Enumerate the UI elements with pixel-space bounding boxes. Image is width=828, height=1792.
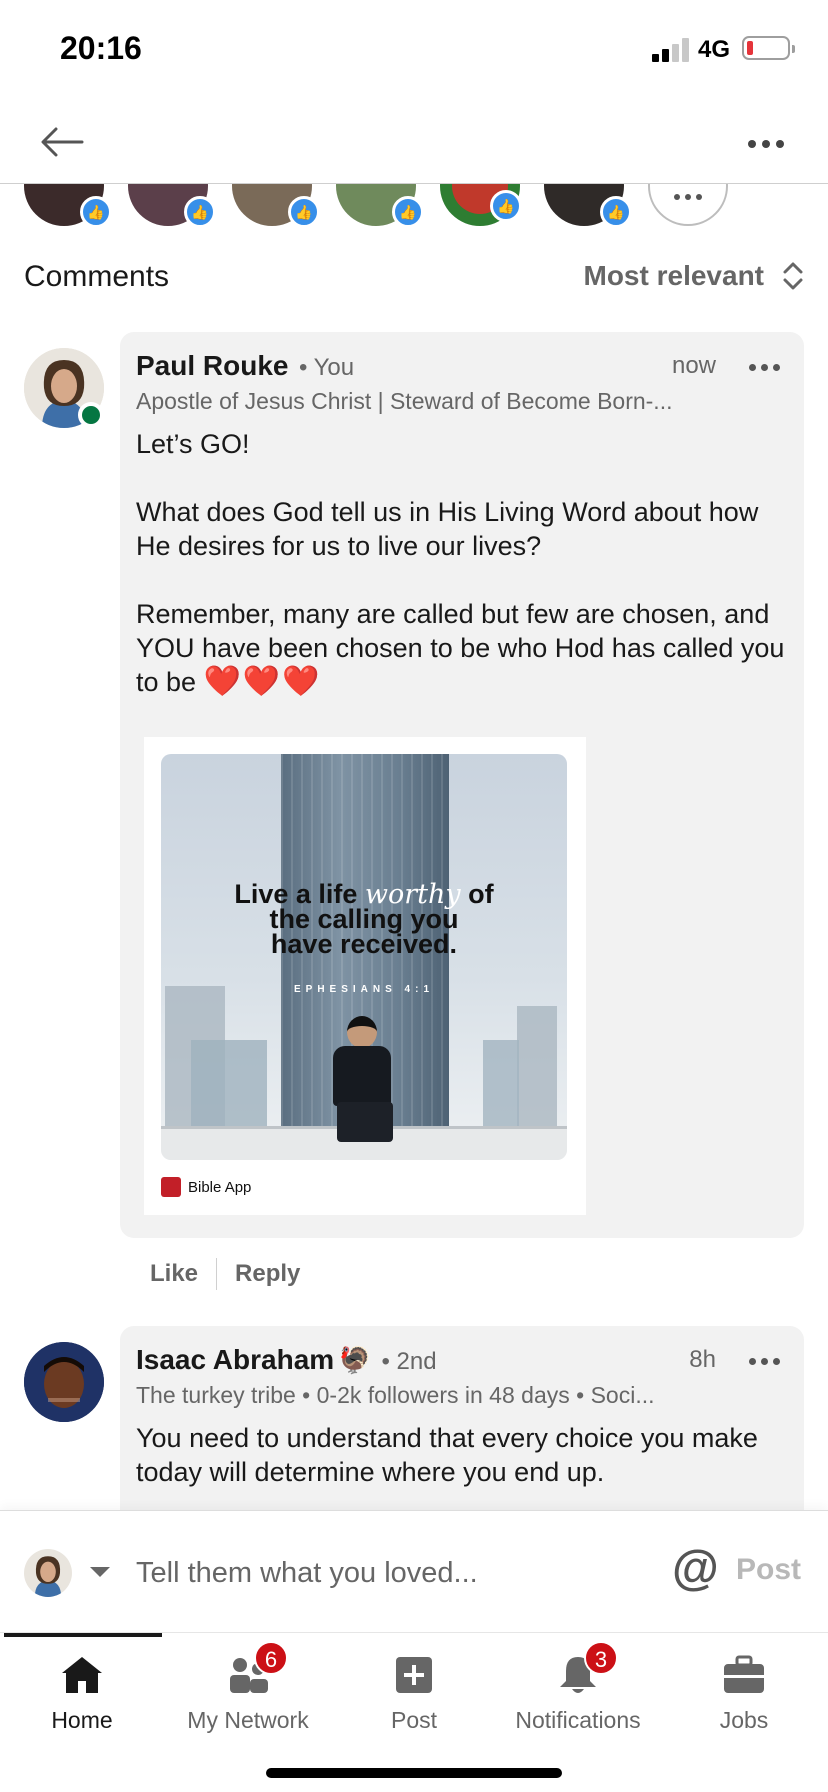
comment-input[interactable] <box>136 1549 556 1597</box>
nav-header <box>0 100 828 184</box>
notification-badge: 3 <box>584 1641 618 1675</box>
network-type: 4G <box>698 36 731 63</box>
reactor-avatar[interactable]: 👍 <box>544 184 632 228</box>
heart-emojis: ❤️❤️❤️ <box>203 665 322 698</box>
connection-degree: • You <box>298 354 355 381</box>
connection-degree: • 2nd <box>381 1348 437 1375</box>
reactor-avatar[interactable]: 👍 <box>128 184 216 228</box>
person-figure <box>327 1016 397 1146</box>
home-icon <box>60 1653 104 1697</box>
verse-image[interactable]: Live a life worthy of the calling you ha… <box>161 754 567 1160</box>
status-bar: 20:16 4G <box>0 0 828 100</box>
bible-app-logo-icon <box>161 1177 181 1197</box>
reply-button[interactable]: Reply <box>235 1260 300 1288</box>
sort-dropdown[interactable]: Most relevant <box>584 260 805 292</box>
comment-more-button[interactable] <box>749 364 780 371</box>
avatar[interactable] <box>24 1342 104 1422</box>
like-icon: 👍 <box>80 196 112 228</box>
comments-header: Comments Most relevant <box>24 256 804 306</box>
more-reactors-button[interactable] <box>648 184 728 226</box>
reactor-avatar[interactable]: 👍 <box>24 184 112 228</box>
tab-jobs[interactable]: Jobs <box>664 1647 824 1739</box>
reactor-avatar[interactable]: 👍 <box>232 184 320 228</box>
comment-more-button[interactable] <box>749 1358 780 1365</box>
comment-time: 8h <box>689 1346 716 1373</box>
comments-title: Comments <box>24 260 170 293</box>
like-button[interactable]: Like <box>150 1260 198 1288</box>
comment-text: Let’s GO! What does God tell us in His L… <box>136 429 785 698</box>
like-icon: 👍 <box>600 196 632 228</box>
sort-label: Most relevant <box>583 260 765 291</box>
like-icon: 👍 <box>288 196 320 228</box>
arrow-left-icon <box>41 127 84 157</box>
more-horizontal-icon <box>748 140 756 148</box>
more-horizontal-icon <box>749 364 756 371</box>
reactors-strip: 👍 👍 👍 👍 👍 👍 <box>0 184 828 228</box>
like-icon: 👍 <box>184 196 216 228</box>
sort-chevron-icon <box>783 262 803 290</box>
reactor-avatar[interactable]: 👍 <box>440 184 522 226</box>
comment-bubble[interactable]: Isaac Abraham 🦃 • 2nd 8h The turkey trib… <box>120 1326 804 1526</box>
comment-text: You need to understand that every choice… <box>136 1423 766 1487</box>
briefcase-icon <box>722 1653 766 1697</box>
comment-image-attachment[interactable]: Live a life worthy of the calling you ha… <box>144 737 586 1215</box>
commenter-headline: The turkey tribe • 0-2k followers in 48 … <box>136 1382 655 1408</box>
commenter-name[interactable]: Isaac Abraham <box>136 1344 334 1375</box>
reactor-avatar[interactable]: 👍 <box>336 184 424 228</box>
post-icon <box>392 1653 436 1697</box>
home-indicator[interactable] <box>266 1768 562 1778</box>
tab-label: Notifications <box>515 1707 641 1733</box>
mention-button[interactable]: @ <box>672 1541 719 1596</box>
more-horizontal-icon <box>749 1358 756 1365</box>
notification-badge: 6 <box>254 1641 288 1675</box>
verse-quote: Live a life worthy of the calling you ha… <box>234 879 494 959</box>
network-icon: 6 <box>226 1641 288 1697</box>
active-tab-indicator <box>4 1633 162 1637</box>
tab-label: Post <box>390 1707 438 1733</box>
identity-dropdown-icon[interactable] <box>90 1567 110 1577</box>
comment-composer: @ Post <box>0 1510 828 1632</box>
tab-label: Jobs <box>719 1707 769 1733</box>
post-comment-button[interactable]: Post <box>736 1553 801 1587</box>
back-button[interactable] <box>36 120 88 164</box>
tab-home[interactable]: Home <box>2 1647 162 1739</box>
commenter-name[interactable]: Paul Rouke <box>136 350 288 381</box>
more-options-button[interactable] <box>740 124 792 164</box>
tab-notifications[interactable]: 3 Notifications <box>498 1641 658 1739</box>
bell-icon: 3 <box>556 1641 618 1697</box>
battery-icon <box>742 36 795 60</box>
composer-avatar[interactable] <box>24 1549 72 1597</box>
comment-actions: Like Reply <box>150 1258 300 1290</box>
tab-my-network[interactable]: 6 My Network <box>168 1641 328 1739</box>
like-icon: 👍 <box>392 196 424 228</box>
signal-icon <box>652 38 690 62</box>
tab-post[interactable]: Post <box>334 1647 494 1739</box>
commenter-headline: Apostle of Jesus Christ | Steward of Bec… <box>136 388 673 414</box>
verse-reference: EPHESIANS 4:1 <box>293 984 435 995</box>
profile-photo-icon <box>24 1549 72 1597</box>
tab-label: My Network <box>187 1707 309 1733</box>
tab-label: Home <box>51 1707 113 1733</box>
attachment-source: Bible App <box>161 1177 251 1197</box>
profile-photo-icon <box>24 1342 104 1422</box>
comment-time: now <box>671 352 716 379</box>
turkey-emoji: 🦃 <box>338 1345 372 1375</box>
comment-bubble[interactable]: Paul Rouke • You now Apostle of Jesus Ch… <box>120 332 804 1238</box>
online-status-indicator <box>78 402 104 428</box>
status-time: 20:16 <box>60 30 142 66</box>
like-icon: 👍 <box>490 190 522 222</box>
